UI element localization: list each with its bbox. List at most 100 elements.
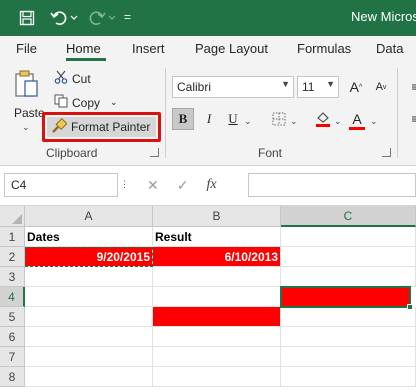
cell-c5[interactable] bbox=[281, 307, 416, 327]
tab-file[interactable]: File bbox=[16, 41, 37, 56]
cell-b4[interactable] bbox=[153, 287, 281, 307]
font-group-label: Font bbox=[258, 146, 283, 160]
cell-c2[interactable] bbox=[281, 247, 416, 267]
customize-qat-icon[interactable]: = bbox=[124, 10, 131, 24]
format-painter-label: Format Painter bbox=[71, 120, 151, 134]
row-header-4[interactable]: 4 bbox=[0, 287, 25, 307]
redo-dropdown-icon[interactable] bbox=[106, 7, 118, 29]
font-name-combo[interactable]: Calibri ▼ bbox=[172, 76, 294, 98]
font-size-dropdown-icon[interactable]: ▼ bbox=[326, 79, 335, 89]
row-header-2[interactable]: 2 bbox=[0, 247, 25, 267]
group-separator bbox=[165, 68, 166, 158]
save-icon[interactable] bbox=[16, 7, 38, 29]
copy-icon bbox=[54, 94, 68, 111]
cell-b6[interactable] bbox=[153, 327, 281, 347]
cell-a5[interactable] bbox=[25, 307, 153, 327]
decrease-font-size-icon[interactable]: Av bbox=[370, 76, 392, 98]
cell-b3[interactable] bbox=[153, 267, 281, 287]
ribbon-tabs: File Home Insert Page Layout Formulas Da… bbox=[0, 36, 416, 62]
paste-icon bbox=[15, 70, 38, 97]
clipboard-launcher-icon[interactable] bbox=[150, 148, 159, 157]
font-size-combo[interactable]: 11 ▼ bbox=[297, 76, 339, 98]
undo-dropdown-icon[interactable] bbox=[68, 7, 80, 29]
cell-a1[interactable]: Dates bbox=[25, 227, 153, 247]
tab-insert[interactable]: Insert bbox=[132, 41, 165, 56]
cell-a7[interactable] bbox=[25, 347, 153, 367]
tab-home[interactable]: Home bbox=[66, 41, 101, 56]
bold-button[interactable]: B bbox=[172, 108, 194, 130]
ribbon: Paste ⌄ Cut Copy ⌄ Format Painter Clipbo… bbox=[0, 62, 416, 166]
cell-b5[interactable] bbox=[153, 307, 281, 327]
copy-dropdown-icon[interactable]: ⌄ bbox=[110, 97, 118, 108]
cell-c4[interactable] bbox=[281, 287, 411, 307]
fill-color-dropdown-icon[interactable]: ⌄ bbox=[334, 116, 342, 127]
cell-a8[interactable] bbox=[25, 367, 153, 387]
tab-data[interactable]: Data bbox=[376, 41, 403, 56]
font-launcher-icon[interactable] bbox=[382, 148, 391, 157]
column-header-b[interactable]: B bbox=[153, 206, 281, 227]
paste-button[interactable]: Paste ⌄ bbox=[12, 70, 45, 134]
font-name-dropdown-icon[interactable]: ▼ bbox=[281, 79, 290, 89]
cell-c8[interactable] bbox=[281, 367, 416, 387]
increase-font-size-icon[interactable]: A ^ bbox=[345, 76, 367, 98]
borders-dropdown-icon[interactable]: ⌄ bbox=[290, 116, 298, 127]
row-header-1[interactable]: 1 bbox=[0, 227, 25, 247]
font-color-icon[interactable]: A bbox=[346, 108, 368, 130]
row-header-5[interactable]: 5 bbox=[0, 307, 25, 327]
copy-marquee bbox=[25, 247, 153, 267]
underline-dropdown-icon[interactable]: ⌄ bbox=[244, 116, 252, 127]
italic-button[interactable]: I bbox=[198, 108, 220, 130]
formula-input[interactable] bbox=[248, 173, 416, 197]
name-box-dropdown-icon[interactable]: ⋮ bbox=[120, 179, 129, 190]
row-header-8[interactable]: 8 bbox=[0, 367, 25, 387]
paste-label: Paste bbox=[14, 106, 45, 120]
row-header-6[interactable]: 6 bbox=[0, 327, 25, 347]
underline-button[interactable]: U bbox=[222, 108, 244, 130]
tab-page-layout[interactable]: Page Layout bbox=[195, 41, 268, 56]
paste-dropdown-icon[interactable]: ⌄ bbox=[22, 122, 30, 133]
cell-a4[interactable] bbox=[25, 287, 153, 307]
cell-b7[interactable] bbox=[153, 347, 281, 367]
font-name-value: Calibri bbox=[177, 80, 212, 94]
cell-c7[interactable] bbox=[281, 347, 416, 367]
borders-icon[interactable] bbox=[268, 108, 290, 130]
scissors-icon bbox=[54, 70, 68, 87]
font-color-dropdown-icon[interactable]: ⌄ bbox=[370, 116, 378, 127]
active-tab-indicator bbox=[66, 58, 106, 61]
enter-icon[interactable]: ✓ bbox=[177, 177, 189, 194]
formula-bar: C4 ⋮ ✕ ✓ fx bbox=[0, 166, 416, 206]
group-separator bbox=[397, 68, 398, 158]
format-painter-button[interactable]: Format Painter bbox=[42, 112, 161, 142]
font-size-value: 11 bbox=[302, 80, 315, 94]
name-box[interactable]: C4 bbox=[4, 173, 118, 197]
cut-button[interactable]: Cut bbox=[54, 70, 91, 87]
copy-button[interactable]: Copy ⌄ bbox=[54, 94, 118, 111]
cell-a3[interactable] bbox=[25, 267, 153, 287]
column-header-c[interactable]: C bbox=[281, 206, 416, 227]
formula-buttons: ✕ ✓ fx bbox=[137, 173, 243, 197]
align-lines-icon[interactable]: ≡ bbox=[404, 76, 416, 98]
fill-handle[interactable] bbox=[407, 304, 413, 310]
cell-b8[interactable] bbox=[153, 367, 281, 387]
redo-icon[interactable] bbox=[86, 7, 108, 29]
cell-c1[interactable] bbox=[281, 227, 416, 247]
tab-formulas[interactable]: Formulas bbox=[297, 41, 351, 56]
clipboard-group-label: Clipboard bbox=[46, 146, 98, 160]
cut-label: Cut bbox=[72, 71, 91, 86]
cancel-icon[interactable]: ✕ bbox=[147, 177, 159, 194]
row-header-3[interactable]: 3 bbox=[0, 267, 25, 287]
insert-function-icon[interactable]: fx bbox=[206, 177, 216, 193]
cell-c6[interactable] bbox=[281, 327, 416, 347]
window-title: New Microso bbox=[351, 9, 416, 24]
undo-icon[interactable] bbox=[48, 7, 70, 29]
title-bar: = New Microso bbox=[0, 0, 416, 36]
row-header-7[interactable]: 7 bbox=[0, 347, 25, 367]
select-all-button[interactable] bbox=[0, 206, 25, 227]
fill-color-icon[interactable] bbox=[312, 108, 334, 130]
cell-a6[interactable] bbox=[25, 327, 153, 347]
cell-c3[interactable] bbox=[281, 267, 416, 287]
cell-b1[interactable]: Result bbox=[153, 227, 281, 247]
cell-b2[interactable]: 6/10/2013 bbox=[153, 247, 281, 267]
column-header-a[interactable]: A bbox=[25, 206, 153, 227]
align-left-icon[interactable]: ≡ bbox=[404, 108, 416, 130]
